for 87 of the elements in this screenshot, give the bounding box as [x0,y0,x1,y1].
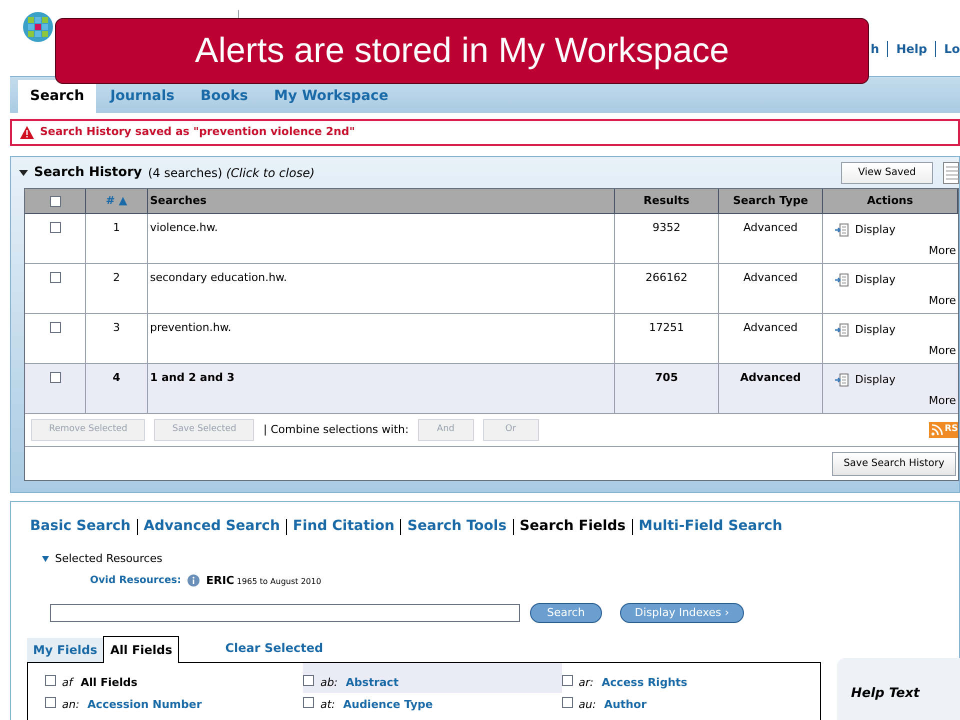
table-cell: prevention.hw. [150,321,232,334]
more-link[interactable]: More [928,242,956,259]
checkbox[interactable] [45,675,56,686]
field-label[interactable]: All Fields [80,675,138,692]
checkbox[interactable] [562,697,573,708]
checkbox[interactable] [50,322,60,333]
help-title: Help Text [851,686,920,701]
checkbox[interactable] [303,675,314,686]
display-link[interactable]: Display [855,372,896,388]
save-history-button[interactable]: Save Search History [832,452,956,476]
display-icon[interactable] [835,223,849,238]
field-link[interactable]: Audience Type [343,697,433,714]
table-cell-text: 4 [112,370,120,386]
checkbox[interactable] [50,196,60,206]
table-cell-text: Advanced [743,220,798,236]
field-link[interactable]: Access Rights [602,675,688,692]
search-mode-link[interactable]: Find Citation [292,516,394,537]
more-link[interactable]: More [928,292,956,309]
display-icon[interactable] [835,373,849,388]
column-header[interactable]: Results [615,189,719,213]
alert-message: Search History saved as "prevention violence 2nd" [40,124,355,140]
header-link[interactable]: Help [896,40,928,58]
search-mode-link[interactable]: Advanced Search [144,516,280,537]
display-link[interactable]: Display [855,322,896,338]
table-cell-text: 2 [113,270,120,286]
panel-title[interactable]: Search History [34,162,142,182]
search-mode-link[interactable]: Basic Search [30,516,131,537]
display-icon[interactable] [835,323,849,338]
more-link[interactable]: More [928,392,956,409]
logo-icon [22,11,54,43]
checkbox[interactable] [562,675,573,686]
search-mode-link[interactable]: Search Tools [407,516,507,537]
list-icon[interactable] [943,162,959,184]
checkbox[interactable] [303,697,314,708]
field-code: ar: [578,675,594,691]
field-code: at: [320,697,336,713]
table-cell-text: Advanced [740,370,801,386]
display-link[interactable]: Display [855,272,896,288]
database-name: ERIC 1965 to August 2010 [206,572,322,588]
table-cell-text: 705 [655,370,678,386]
search-mode-link[interactable]: Search Fields [520,516,626,537]
table-cell-text: 1 [113,220,120,236]
field-option[interactable]: ab: Abstract [303,663,562,693]
nav-tab[interactable]: Search [18,80,96,113]
checkbox[interactable] [45,697,56,708]
field-link[interactable]: Abstract [346,675,399,692]
warning-icon [20,126,34,139]
view-saved-button[interactable]: View Saved [841,162,933,184]
field-code: af [62,675,73,691]
more-link[interactable]: More [928,342,956,359]
field-link[interactable]: Accession Number [87,697,202,714]
field-code: ab: [320,675,338,691]
display-icon[interactable] [835,273,849,288]
table-cell-text: 17251 [649,320,684,336]
collapse-icon[interactable] [19,170,28,176]
combine-label: | Combine selections with: [263,422,409,438]
search-count: (4 searches) (Click to close) [148,164,315,182]
table-cell-text: Advanced [743,320,798,336]
table-cell: secondary education.hw. [150,271,288,284]
checkbox[interactable] [50,222,60,233]
header-link[interactable]: h [870,40,880,58]
field-link[interactable]: Author [604,697,646,714]
resources-label[interactable]: Selected Resources [55,551,162,568]
clear-selected-link[interactable]: Clear Selected [225,639,324,657]
table-cell: 1 and 2 and 3 [150,371,235,384]
table-cell-text: Advanced [743,270,798,286]
search-input[interactable] [50,604,520,622]
header-link[interactable]: Lo [944,40,960,58]
search-mode-link[interactable]: Multi-Field Search [638,516,782,537]
column-header[interactable]: Searches [148,189,615,213]
checkbox[interactable] [50,372,60,383]
callout-banner: Alerts are stored in My Workspace [55,18,869,84]
table-cell: violence.hw. [150,221,218,234]
field-tab[interactable]: My Fields [27,638,104,662]
table-cell-text: 9352 [652,220,680,236]
checkbox[interactable] [50,272,60,283]
table-cell-text: 3 [113,320,120,336]
table-cell-text: 266162 [646,270,688,286]
info-icon[interactable] [187,574,200,588]
column-header[interactable]: Actions [823,189,958,213]
field-code: an: [62,697,80,713]
display-link[interactable]: Display [855,222,896,238]
column-header[interactable]: Search Type [719,189,823,213]
expand-icon[interactable] [42,556,49,562]
field-code: au: [578,697,596,713]
field-tab[interactable]: All Fields [103,636,180,663]
resources-label: Ovid Resources: [90,574,182,588]
